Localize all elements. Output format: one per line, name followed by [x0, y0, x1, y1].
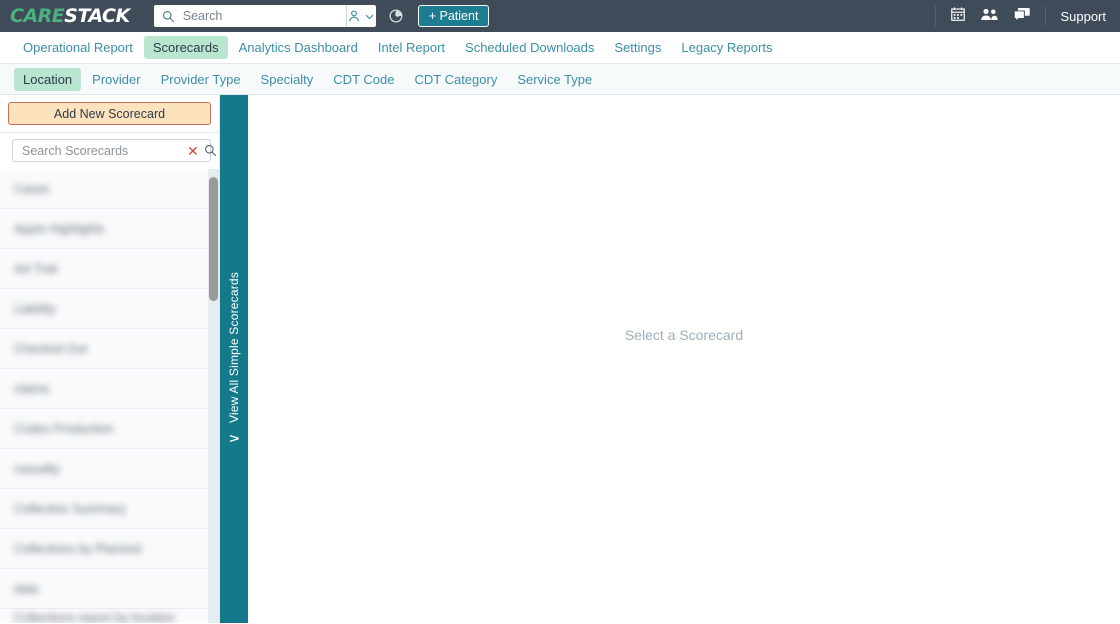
- list-item[interactable]: Collection Summary: [0, 489, 219, 529]
- clear-x-icon[interactable]: ✕: [185, 144, 204, 158]
- sidebar-scrollbar-track[interactable]: [208, 169, 219, 623]
- scorecard-name: Collections report by location: [14, 610, 175, 624]
- clock-history-icon[interactable]: [388, 8, 404, 24]
- header-icon-group: [935, 6, 1045, 26]
- tab-service-type[interactable]: Service Type: [508, 68, 601, 91]
- carestack-logo[interactable]: CARESTACK: [10, 5, 130, 27]
- add-patient-button[interactable]: + Patient: [417, 5, 490, 27]
- calendar-icon[interactable]: [950, 6, 966, 27]
- page-body: Add New Scorecard ✕ Cases Appts Highligh…: [0, 95, 1120, 623]
- tab-provider-type[interactable]: Provider Type: [152, 68, 250, 91]
- list-item[interactable]: Collections report by location: [0, 609, 219, 623]
- scorecard-name: Collections by Planned: [14, 541, 142, 556]
- nav-operational-report[interactable]: Operational Report: [14, 36, 142, 59]
- support-link[interactable]: Support: [1045, 6, 1120, 26]
- scorecard-name: Cases: [14, 181, 50, 196]
- list-item[interactable]: data: [0, 569, 219, 609]
- user-scope-dropdown[interactable]: [345, 5, 376, 27]
- view-all-simple-scorecards-label: View All Simple Scorecards: [227, 271, 241, 424]
- list-item[interactable]: Cases: [0, 169, 219, 209]
- list-item[interactable]: Appts Highlights: [0, 209, 219, 249]
- list-item[interactable]: AA Trial: [0, 249, 219, 289]
- view-all-simple-scorecards-panel[interactable]: View All Simple Scorecards ∧: [220, 95, 248, 623]
- scorecard-name: Checked Out: [14, 341, 87, 356]
- logo-stack-text: STACK: [64, 5, 130, 27]
- scorecard-search-row: ✕: [0, 133, 219, 169]
- scorecard-list[interactable]: Cases Appts Highlights AA Trial Liabilit…: [0, 169, 219, 623]
- nav-legacy-reports[interactable]: Legacy Reports: [672, 36, 781, 59]
- nav-scheduled-downloads[interactable]: Scheduled Downloads: [456, 36, 603, 59]
- scorecard-name: data: [14, 581, 39, 596]
- tab-specialty[interactable]: Specialty: [252, 68, 323, 91]
- tab-cdt-code[interactable]: CDT Code: [324, 68, 403, 91]
- main-content-area: Select a Scorecard: [248, 95, 1120, 623]
- scorecard-sidebar: Add New Scorecard ✕ Cases Appts Highligh…: [0, 95, 220, 623]
- tab-cdt-category[interactable]: CDT Category: [405, 68, 506, 91]
- user-icon: [349, 10, 360, 22]
- add-scorecard-row: Add New Scorecard: [0, 95, 219, 133]
- search-icon: [162, 10, 175, 23]
- primary-navigation: Operational Report Scorecards Analytics …: [0, 32, 1120, 64]
- select-scorecard-placeholder: Select a Scorecard: [624, 327, 744, 343]
- list-item[interactable]: Checked Out: [0, 329, 219, 369]
- global-search-box[interactable]: [153, 5, 376, 27]
- people-icon[interactable]: [980, 6, 999, 27]
- add-new-scorecard-button[interactable]: Add New Scorecard: [8, 102, 211, 125]
- nav-analytics-dashboard[interactable]: Analytics Dashboard: [230, 36, 367, 59]
- search-icon[interactable]: [204, 144, 221, 157]
- list-item[interactable]: Codes Production: [0, 409, 219, 449]
- tab-provider[interactable]: Provider: [83, 68, 149, 91]
- nav-scorecards[interactable]: Scorecards: [143, 36, 228, 59]
- scorecard-name: Codes Production: [14, 421, 114, 436]
- list-item[interactable]: casualty: [0, 449, 219, 489]
- scorecard-name: Appts Highlights: [14, 221, 105, 236]
- nav-intel-report[interactable]: Intel Report: [369, 36, 454, 59]
- scorecard-name: claims: [14, 381, 50, 396]
- chevron-left-icon[interactable]: ∧: [225, 433, 242, 444]
- tab-location[interactable]: Location: [14, 67, 82, 91]
- scorecard-name: Liability: [14, 301, 56, 316]
- list-item[interactable]: Collections by Planned: [0, 529, 219, 569]
- list-item[interactable]: claims: [0, 369, 219, 409]
- scorecard-name: AA Trial: [14, 261, 58, 276]
- secondary-navigation: Location Provider Provider Type Specialt…: [0, 64, 1120, 95]
- chevron-down-icon: [365, 14, 374, 19]
- chat-icon[interactable]: [1013, 6, 1031, 27]
- global-search-input[interactable]: [180, 6, 346, 26]
- nav-settings[interactable]: Settings: [605, 36, 670, 59]
- list-item[interactable]: Liability: [0, 289, 219, 329]
- scorecard-search-input[interactable]: [20, 140, 185, 161]
- sidebar-scrollbar-thumb[interactable]: [209, 177, 218, 301]
- scorecard-search-box[interactable]: ✕: [12, 139, 216, 162]
- scorecard-name: casualty: [14, 461, 60, 476]
- header-right-actions: Support: [935, 0, 1120, 32]
- logo-care-text: CARE: [10, 5, 65, 27]
- scorecard-name: Collection Summary: [14, 501, 126, 516]
- top-header-bar: CARESTACK + Patient Support: [0, 0, 1120, 32]
